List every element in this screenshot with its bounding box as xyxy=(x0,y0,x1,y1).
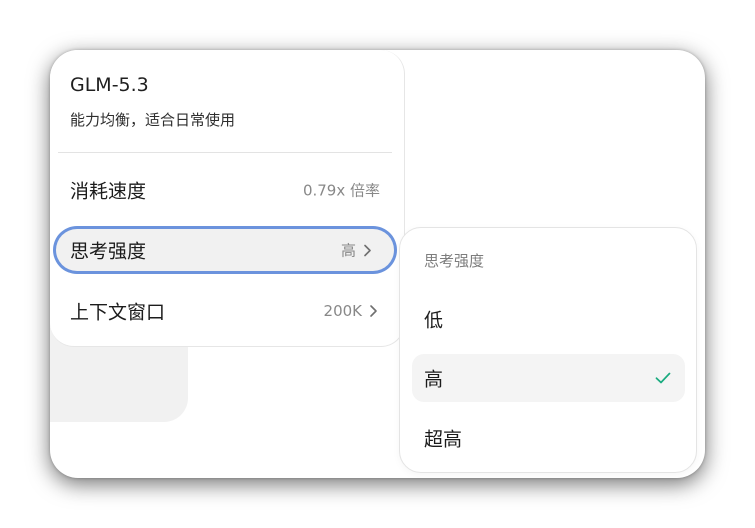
model-settings-window: GLM-5.3 能力均衡，适合日常使用 消耗速度 0.79x 倍率 思考强度 高… xyxy=(50,50,705,478)
menu-item-label: 思考强度 xyxy=(70,240,147,263)
menu-item-value: 200K xyxy=(324,302,380,320)
menu-item-consumption-speed[interactable]: 消耗速度 0.79x 倍率 xyxy=(56,169,394,211)
option-high[interactable]: 高 xyxy=(412,354,685,402)
context-window-value: 200K xyxy=(323,302,362,320)
consumption-speed-value: 0.79x 倍率 xyxy=(302,181,380,200)
option-low[interactable]: 低 xyxy=(412,295,685,343)
menu-item-value: 高 xyxy=(341,240,374,261)
chevron-right-icon xyxy=(364,244,371,256)
submenu-title: 思考强度 xyxy=(424,252,485,270)
divider xyxy=(58,152,392,153)
menu-item-context-window[interactable]: 上下文窗口 200K xyxy=(56,290,394,332)
model-description: 能力均衡，适合日常使用 xyxy=(70,111,236,129)
model-settings-menu: GLM-5.3 能力均衡，适合日常使用 消耗速度 0.79x 倍率 思考强度 高… xyxy=(50,50,405,347)
check-icon xyxy=(655,372,671,384)
menu-item-label: 上下文窗口 xyxy=(70,301,166,324)
option-label: 超高 xyxy=(424,428,463,451)
option-label: 低 xyxy=(424,309,444,332)
thinking-intensity-submenu: 思考强度 低 高 超高 xyxy=(399,227,697,473)
thinking-intensity-value: 高 xyxy=(340,241,356,260)
menu-item-label: 消耗速度 xyxy=(70,180,147,203)
model-name: GLM-5.3 xyxy=(70,74,149,96)
option-ultra-high[interactable]: 超高 xyxy=(412,414,685,462)
menu-item-value: 0.79x 倍率 xyxy=(303,180,380,201)
chevron-right-icon xyxy=(370,305,377,317)
menu-item-thinking-intensity[interactable]: 思考强度 高 xyxy=(56,229,394,271)
option-label: 高 xyxy=(424,368,444,391)
